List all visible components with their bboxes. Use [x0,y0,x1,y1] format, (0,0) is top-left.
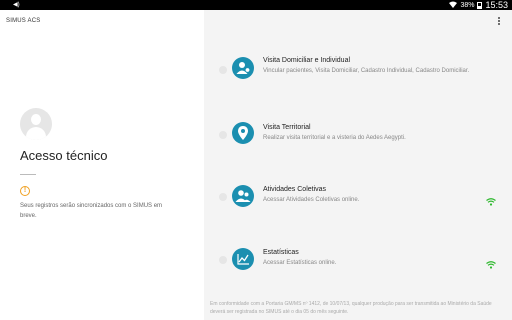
status-icons: 38% 15:53 [449,0,508,10]
divider [20,174,36,175]
online-wifi-icon [486,256,496,269]
sync-message: Seus registros serão sincronizados com o… [20,203,163,219]
item-title: Estatísticas [263,249,299,256]
battery-icon [477,1,483,9]
item-title: Atividades Coletivas [263,186,327,193]
item-subtitle: Acessar Estatísticas online. [263,260,337,266]
item-radio[interactable] [219,131,227,139]
list-item-estatisticas[interactable]: Estatísticas Acessar Estatísticas online… [216,246,506,286]
status-bar: ◀) 38% 15:53 [0,0,512,10]
online-wifi-icon [486,193,496,206]
person-location-icon [232,57,254,79]
item-radio[interactable] [219,193,227,201]
item-title: Visita Territorial [263,124,311,131]
item-subtitle: Acessar Atividades Coletivas online. [263,197,360,203]
list-item-visita-domiciliar[interactable]: Visita Domiciliar e Individual Vincular … [216,56,506,96]
battery-percent: 38% [460,1,475,9]
wifi-status-icon [449,1,458,10]
avatar [20,108,52,140]
left-pane [0,10,204,320]
warning-icon: ! [20,186,30,196]
list-item-visita-territorial[interactable]: Visita Territorial Realizar visita terri… [216,122,506,162]
map-pin-icon [232,122,254,144]
item-radio[interactable] [219,66,227,74]
group-icon [232,185,254,207]
list-item-atividades-coletivas[interactable]: Atividades Coletivas Acessar Atividades … [216,183,506,223]
item-subtitle: Vincular pacientes, Visita Domiciliar, C… [263,68,470,74]
item-radio[interactable] [219,256,227,264]
item-subtitle: Realizar visita territorial e a visteria… [263,135,406,141]
overflow-menu-icon[interactable] [495,16,503,28]
page-title: Acesso técnico [20,148,108,163]
app-title: SIMUS ACS [6,18,41,24]
chart-icon [232,248,254,270]
item-title: Visita Domiciliar e Individual [263,57,351,64]
footer-disclaimer: Em conformidade com a Portaria GM/MS nº … [210,301,492,315]
volume-icon: ◀) [13,2,20,8]
clock: 15:53 [485,0,508,10]
